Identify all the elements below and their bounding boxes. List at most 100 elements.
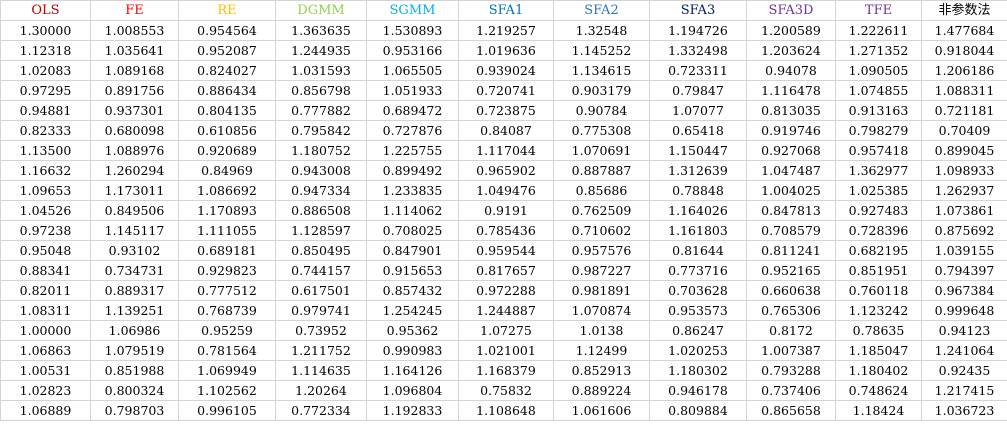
cell[interactable]: 0.953573 (649, 300, 747, 321)
cell[interactable]: 0.953166 (366, 40, 459, 61)
cell[interactable]: 1.180302 (649, 360, 747, 381)
cell[interactable]: 0.84969 (178, 160, 276, 181)
cell[interactable]: 1.06863 (0, 340, 91, 361)
column-header[interactable]: 非参数法 (921, 0, 1007, 21)
column-header[interactable]: SFA3D (746, 0, 836, 21)
cell[interactable]: 1.13500 (0, 140, 91, 161)
cell[interactable]: 0.886508 (275, 200, 367, 221)
cell[interactable]: 0.937301 (90, 100, 179, 121)
cell[interactable]: 0.850495 (275, 240, 367, 261)
cell[interactable]: 0.610856 (178, 120, 276, 141)
cell[interactable]: 1.192833 (366, 400, 459, 421)
column-header[interactable]: SFA1 (458, 0, 554, 21)
cell[interactable]: 0.680098 (90, 120, 179, 141)
cell[interactable]: 0.887887 (553, 160, 650, 181)
cell[interactable]: 0.981891 (553, 280, 650, 301)
cell[interactable]: 1.004025 (746, 180, 836, 201)
cell[interactable]: 1.108648 (458, 400, 554, 421)
cell[interactable]: 0.777882 (275, 100, 367, 121)
cell[interactable]: 1.170893 (178, 200, 276, 221)
cell[interactable]: 1.020253 (649, 340, 747, 361)
cell[interactable]: 1.09653 (0, 180, 91, 201)
cell[interactable]: 0.93102 (90, 240, 179, 261)
cell[interactable]: 0.79847 (649, 80, 747, 101)
cell[interactable]: 0.785436 (458, 220, 554, 241)
cell[interactable]: 0.94123 (921, 320, 1007, 341)
cell[interactable]: 1.025385 (835, 180, 922, 201)
cell[interactable]: 0.946178 (649, 380, 747, 401)
cell[interactable]: 0.913163 (835, 100, 922, 121)
cell[interactable]: 1.244887 (458, 300, 554, 321)
cell[interactable]: 0.82011 (0, 280, 91, 301)
cell[interactable]: 1.069949 (178, 360, 276, 381)
cell[interactable]: 0.954564 (178, 20, 276, 41)
cell[interactable]: 0.86247 (649, 320, 747, 341)
cell[interactable]: 1.079519 (90, 340, 179, 361)
cell[interactable]: 1.254245 (366, 300, 459, 321)
cell[interactable]: 1.217415 (921, 380, 1007, 401)
cell[interactable]: 0.9191 (458, 200, 554, 221)
cell[interactable]: 0.94881 (0, 100, 91, 121)
cell[interactable]: 1.047487 (746, 160, 836, 181)
cell[interactable]: 1.07077 (649, 100, 747, 121)
cell[interactable]: 1.00531 (0, 360, 91, 381)
cell[interactable]: 0.918044 (921, 40, 1007, 61)
cell[interactable]: 0.947334 (275, 180, 367, 201)
cell[interactable]: 1.02083 (0, 60, 91, 81)
cell[interactable]: 0.781564 (178, 340, 276, 361)
cell[interactable]: 1.164126 (366, 360, 459, 381)
cell[interactable]: 1.233835 (366, 180, 459, 201)
cell[interactable]: 1.074855 (835, 80, 922, 101)
cell[interactable]: 1.04526 (0, 200, 91, 221)
cell[interactable]: 0.939024 (458, 60, 554, 81)
cell[interactable]: 0.744157 (275, 260, 367, 281)
cell[interactable]: 0.794397 (921, 260, 1007, 281)
cell[interactable]: 1.211752 (275, 340, 367, 361)
cell[interactable]: 0.957576 (553, 240, 650, 261)
cell[interactable]: 1.086692 (178, 180, 276, 201)
cell[interactable]: 1.225755 (366, 140, 459, 161)
column-header[interactable]: DGMM (275, 0, 367, 21)
cell[interactable]: 0.73952 (275, 320, 367, 341)
cell[interactable]: 0.795842 (275, 120, 367, 141)
cell[interactable]: 0.703628 (649, 280, 747, 301)
cell[interactable]: 1.123242 (835, 300, 922, 321)
cell[interactable]: 0.915653 (366, 260, 459, 281)
cell[interactable]: 0.82333 (0, 120, 91, 141)
cell[interactable]: 0.708579 (746, 220, 836, 241)
cell[interactable]: 0.804135 (178, 100, 276, 121)
cell[interactable]: 0.813035 (746, 100, 836, 121)
cell[interactable]: 1.139251 (90, 300, 179, 321)
cell[interactable]: 0.773716 (649, 260, 747, 281)
cell[interactable]: 0.689472 (366, 100, 459, 121)
cell[interactable]: 0.737406 (746, 380, 836, 401)
cell[interactable]: 1.111055 (178, 220, 276, 241)
cell[interactable]: 1.262937 (921, 180, 1007, 201)
cell[interactable]: 0.70409 (921, 120, 1007, 141)
cell[interactable]: 1.088976 (90, 140, 179, 161)
cell[interactable]: 0.891756 (90, 80, 179, 101)
cell[interactable]: 0.809884 (649, 400, 747, 421)
cell[interactable]: 1.019636 (458, 40, 554, 61)
column-header[interactable]: FE (90, 0, 179, 21)
cell[interactable]: 1.02823 (0, 380, 91, 401)
cell[interactable]: 1.102562 (178, 380, 276, 401)
cell[interactable]: 1.031593 (275, 60, 367, 81)
cell[interactable]: 1.090505 (835, 60, 922, 81)
cell[interactable]: 1.530893 (366, 20, 459, 41)
cell[interactable]: 0.798703 (90, 400, 179, 421)
cell[interactable]: 0.851988 (90, 360, 179, 381)
cell[interactable]: 0.987227 (553, 260, 650, 281)
cell[interactable]: 1.051933 (366, 80, 459, 101)
cell[interactable]: 1.008553 (90, 20, 179, 41)
cell[interactable]: 1.128597 (275, 220, 367, 241)
cell[interactable]: 1.06889 (0, 400, 91, 421)
cell[interactable]: 0.967384 (921, 280, 1007, 301)
cell[interactable]: 1.194726 (649, 20, 747, 41)
cell[interactable]: 1.244935 (275, 40, 367, 61)
cell[interactable]: 0.851951 (835, 260, 922, 281)
cell[interactable]: 0.889224 (553, 380, 650, 401)
cell[interactable]: 0.875692 (921, 220, 1007, 241)
cell[interactable]: 1.098933 (921, 160, 1007, 181)
column-header[interactable]: SFA2 (553, 0, 650, 21)
